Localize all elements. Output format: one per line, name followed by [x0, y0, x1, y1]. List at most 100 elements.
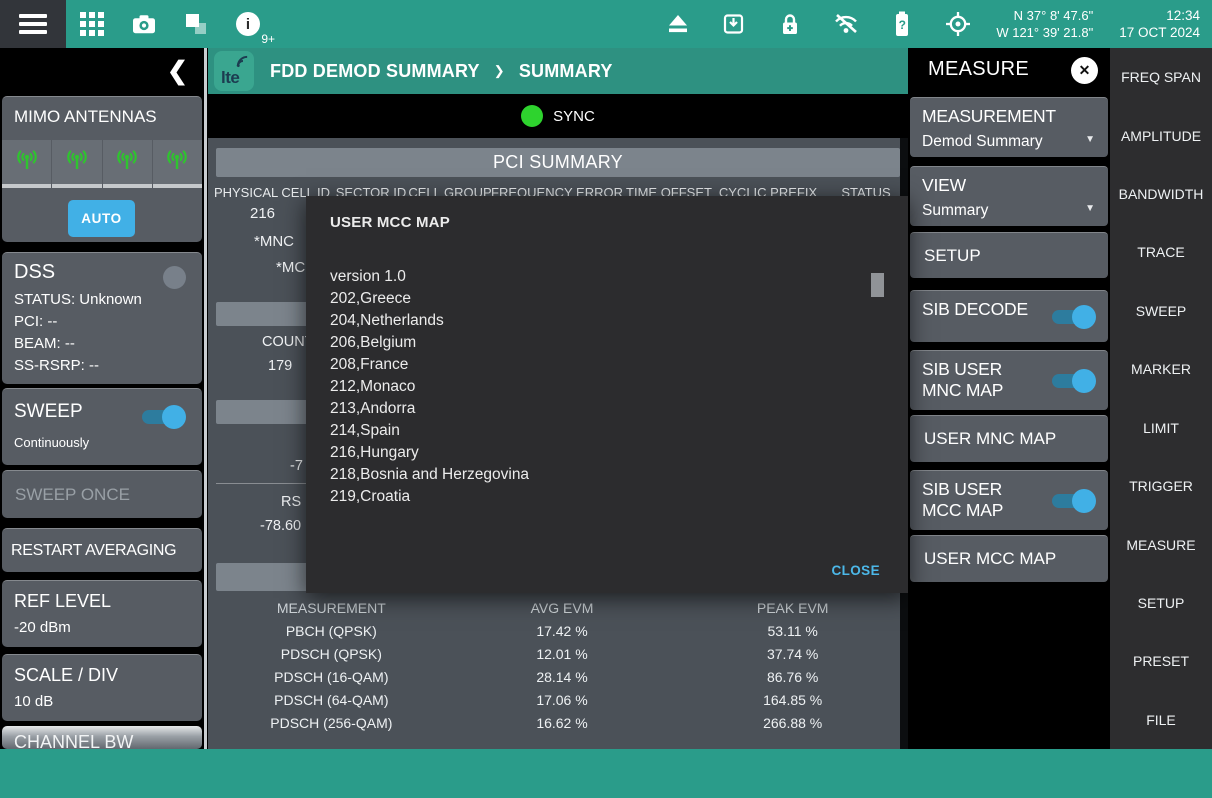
- menu-trace[interactable]: TRACE: [1110, 223, 1212, 281]
- measure-panel-header: MEASURE ✕: [908, 48, 1110, 94]
- evm-cell: PDSCH (16-QAM): [216, 669, 447, 685]
- apps-grid-icon: [80, 12, 104, 36]
- setup-button[interactable]: SETUP: [910, 232, 1108, 278]
- setup-label: SETUP: [924, 246, 981, 266]
- evm-cell: 16.62 %: [447, 715, 678, 731]
- chevron-down-icon: ▼: [1085, 203, 1095, 214]
- chevron-left-icon: ❮: [167, 56, 188, 86]
- battery-button[interactable]: ?: [888, 10, 916, 38]
- scrollbar-thumb[interactable]: [871, 273, 884, 297]
- menu-trigger[interactable]: TRIGGER: [1110, 457, 1212, 515]
- view-label: VIEW: [922, 175, 1108, 196]
- sib-user-mnc-map-toggle[interactable]: [1052, 374, 1094, 388]
- scale-div-control[interactable]: SCALE / DIV 10 dB: [2, 654, 202, 721]
- breadcrumb-title[interactable]: FDD DEMOD SUMMARY: [270, 61, 480, 82]
- apps-grid-button[interactable]: [78, 10, 106, 38]
- sweep-once-button[interactable]: SWEEP ONCE: [2, 470, 202, 518]
- breadcrumb-section[interactable]: SUMMARY: [519, 61, 613, 82]
- sweep-panel[interactable]: SWEEP Continuously: [2, 388, 202, 465]
- screenshot-button[interactable]: [130, 10, 158, 38]
- hamburger-menu-button[interactable]: [0, 0, 66, 48]
- signal-arcs-icon: [236, 55, 249, 68]
- menu-preset[interactable]: PRESET: [1110, 632, 1212, 690]
- evm-row-pdsch-64-qam: PDSCH (64-QAM)17.06 %164.85 %: [216, 688, 908, 711]
- scale-div-title: SCALE / DIV: [14, 665, 202, 686]
- gps-location-icon: [945, 11, 971, 37]
- mcc-map-list: version 1.0202,Greece204,Netherlands206,…: [330, 266, 862, 504]
- menu-freq-span[interactable]: FREQ SPAN: [1110, 48, 1212, 106]
- restart-averaging-button[interactable]: RESTART AVERAGING: [2, 528, 202, 572]
- menu-setup[interactable]: SETUP: [1110, 574, 1212, 632]
- close-icon: ✕: [1079, 62, 1091, 79]
- bottom-bar: [0, 749, 1212, 798]
- sib-user-mcc-map-panel[interactable]: SIB USER MCC MAP: [910, 470, 1108, 530]
- evm-cell: 12.01 %: [447, 646, 678, 662]
- ref-level-control[interactable]: REF LEVEL -20 dBm: [2, 580, 202, 647]
- antenna-icon: [114, 149, 140, 176]
- eject-button[interactable]: [664, 10, 692, 38]
- view-panel[interactable]: VIEWSummary▼: [910, 166, 1108, 226]
- menu-sweep[interactable]: SWEEP: [1110, 282, 1212, 340]
- antenna-icon: [14, 149, 40, 176]
- sweep-mode: Continuously: [14, 435, 202, 450]
- evm-cell: PDSCH (QPSK): [216, 646, 447, 662]
- breadcrumb: FDD DEMOD SUMMARY ❯ SUMMARY: [270, 61, 613, 82]
- evm-cell: 164.85 %: [677, 692, 908, 708]
- sib-user-mnc-map-label: SIB USER MNC MAP: [922, 359, 1038, 401]
- measure-panel-close-button[interactable]: ✕: [1071, 57, 1098, 84]
- sweep-toggle[interactable]: [142, 410, 184, 424]
- window-layout-button[interactable]: [182, 10, 210, 38]
- antenna-button-3[interactable]: [103, 140, 152, 188]
- user-mnc-map-button[interactable]: USER MNC MAP: [910, 415, 1108, 462]
- sib-user-mcc-map-toggle[interactable]: [1052, 494, 1094, 508]
- antenna-button-2[interactable]: [52, 140, 101, 188]
- dialog-close-button[interactable]: CLOSE: [825, 562, 886, 579]
- dss-beam: BEAM: --: [14, 333, 202, 355]
- topbar-left-icons: i 9+: [78, 10, 262, 38]
- measurement-header: lte FDD DEMOD SUMMARY ❯ SUMMARY: [208, 48, 908, 94]
- rs-label: RS: [281, 494, 301, 510]
- sib-decode-panel[interactable]: SIB DECODE: [910, 290, 1108, 342]
- user-mcc-map-dialog: USER MCC MAP version 1.0202,Greece204,Ne…: [306, 196, 908, 593]
- sib-decode-toggle[interactable]: [1052, 310, 1094, 324]
- mcc-map-entry: 218,Bosnia and Herzegovina: [330, 464, 862, 486]
- sib-user-mnc-map-panel[interactable]: SIB USER MNC MAP: [910, 350, 1108, 410]
- lock-button[interactable]: [776, 10, 804, 38]
- dss-panel: DSS STATUS: Unknown PCI: -- BEAM: -- SS-…: [2, 252, 202, 384]
- ref-level-value: -20 dBm: [14, 619, 202, 636]
- notifications-button[interactable]: i 9+: [234, 10, 262, 38]
- dss-info: STATUS: Unknown PCI: -- BEAM: -- SS-RSRP…: [14, 289, 202, 377]
- user-mcc-map-button[interactable]: USER MCC MAP: [910, 535, 1108, 582]
- pci-summary-header: PCI SUMMARY: [216, 148, 900, 177]
- dss-status: STATUS: Unknown: [14, 289, 202, 311]
- pci-cell-id-value: 216: [250, 205, 275, 222]
- mcc-map-entry: 214,Spain: [330, 420, 862, 442]
- right-function-menu: FREQ SPANAMPLITUDEBANDWIDTHTRACESWEEPMAR…: [1110, 48, 1212, 749]
- save-button[interactable]: [720, 10, 748, 38]
- battery-unknown-icon: ?: [895, 11, 909, 37]
- channel-bw-control[interactable]: CHANNEL BW: [2, 726, 202, 749]
- wifi-button[interactable]: [832, 10, 860, 38]
- menu-file[interactable]: FILE: [1110, 691, 1212, 749]
- menu-limit[interactable]: LIMIT: [1110, 399, 1212, 457]
- mcc-map-entry: 202,Greece: [330, 288, 862, 310]
- menu-measure[interactable]: MEASURE: [1110, 515, 1212, 573]
- evm-cell: PDSCH (64-QAM): [216, 692, 447, 708]
- menu-bandwidth[interactable]: BANDWIDTH: [1110, 165, 1212, 223]
- measurement-panel[interactable]: MEASUREMENTDemod Summary▼: [910, 97, 1108, 157]
- pci-mcc-fragment: *MC: [276, 259, 305, 276]
- dss-ss-rsrp: SS-RSRP: --: [14, 355, 202, 377]
- menu-marker[interactable]: MARKER: [1110, 340, 1212, 398]
- gps-button[interactable]: [944, 10, 972, 38]
- evm-cell: 37.74 %: [677, 646, 908, 662]
- sidebar-collapse-button[interactable]: ❮: [0, 48, 204, 94]
- chevron-right-icon: ❯: [494, 63, 505, 79]
- auto-button[interactable]: AUTO: [68, 200, 135, 237]
- antenna-button-1[interactable]: [2, 140, 51, 188]
- evm-row-pbch-qpsk: PBCH (QPSK)17.42 %53.11 %: [216, 619, 908, 642]
- antenna-button-4[interactable]: [153, 140, 202, 188]
- mcc-map-entry: 204,Netherlands: [330, 310, 862, 332]
- evm-row-pdsch-qpsk: PDSCH (QPSK)12.01 %37.74 %: [216, 642, 908, 665]
- user-mcc-map-label: USER MCC MAP: [924, 549, 1056, 569]
- menu-amplitude[interactable]: AMPLITUDE: [1110, 106, 1212, 164]
